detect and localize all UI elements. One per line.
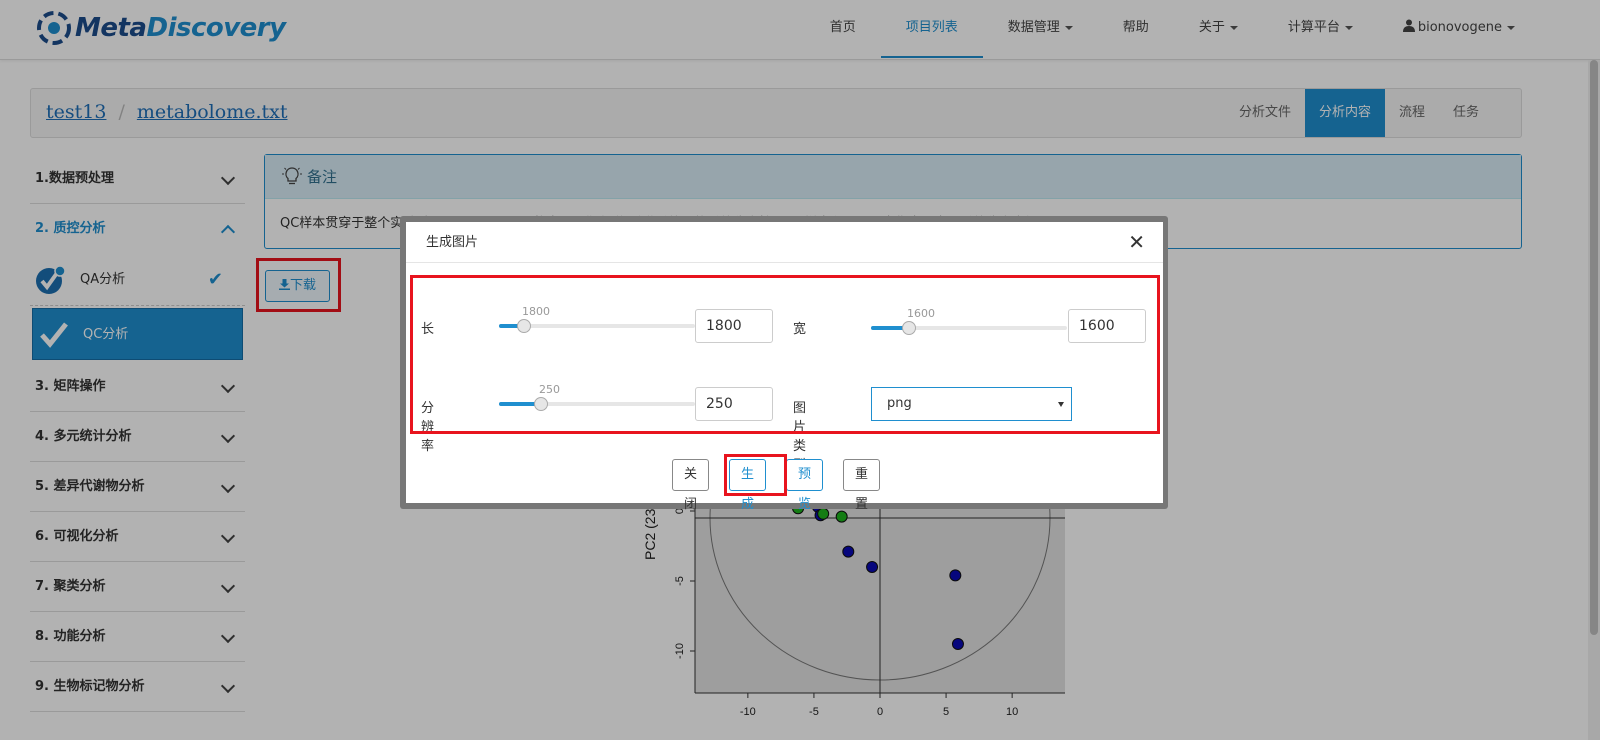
preview-button[interactable]: 预览: [786, 459, 824, 512]
reset-button[interactable]: 重置: [843, 459, 881, 512]
highlight-generate: [724, 454, 787, 496]
highlight-settings: [410, 275, 1160, 434]
close-icon[interactable]: ✕: [1128, 222, 1145, 263]
dialog-title: 生成图片: [426, 235, 479, 250]
close-button[interactable]: 关闭: [672, 459, 710, 512]
dialog-header: 生成图片 ✕: [406, 222, 1163, 263]
